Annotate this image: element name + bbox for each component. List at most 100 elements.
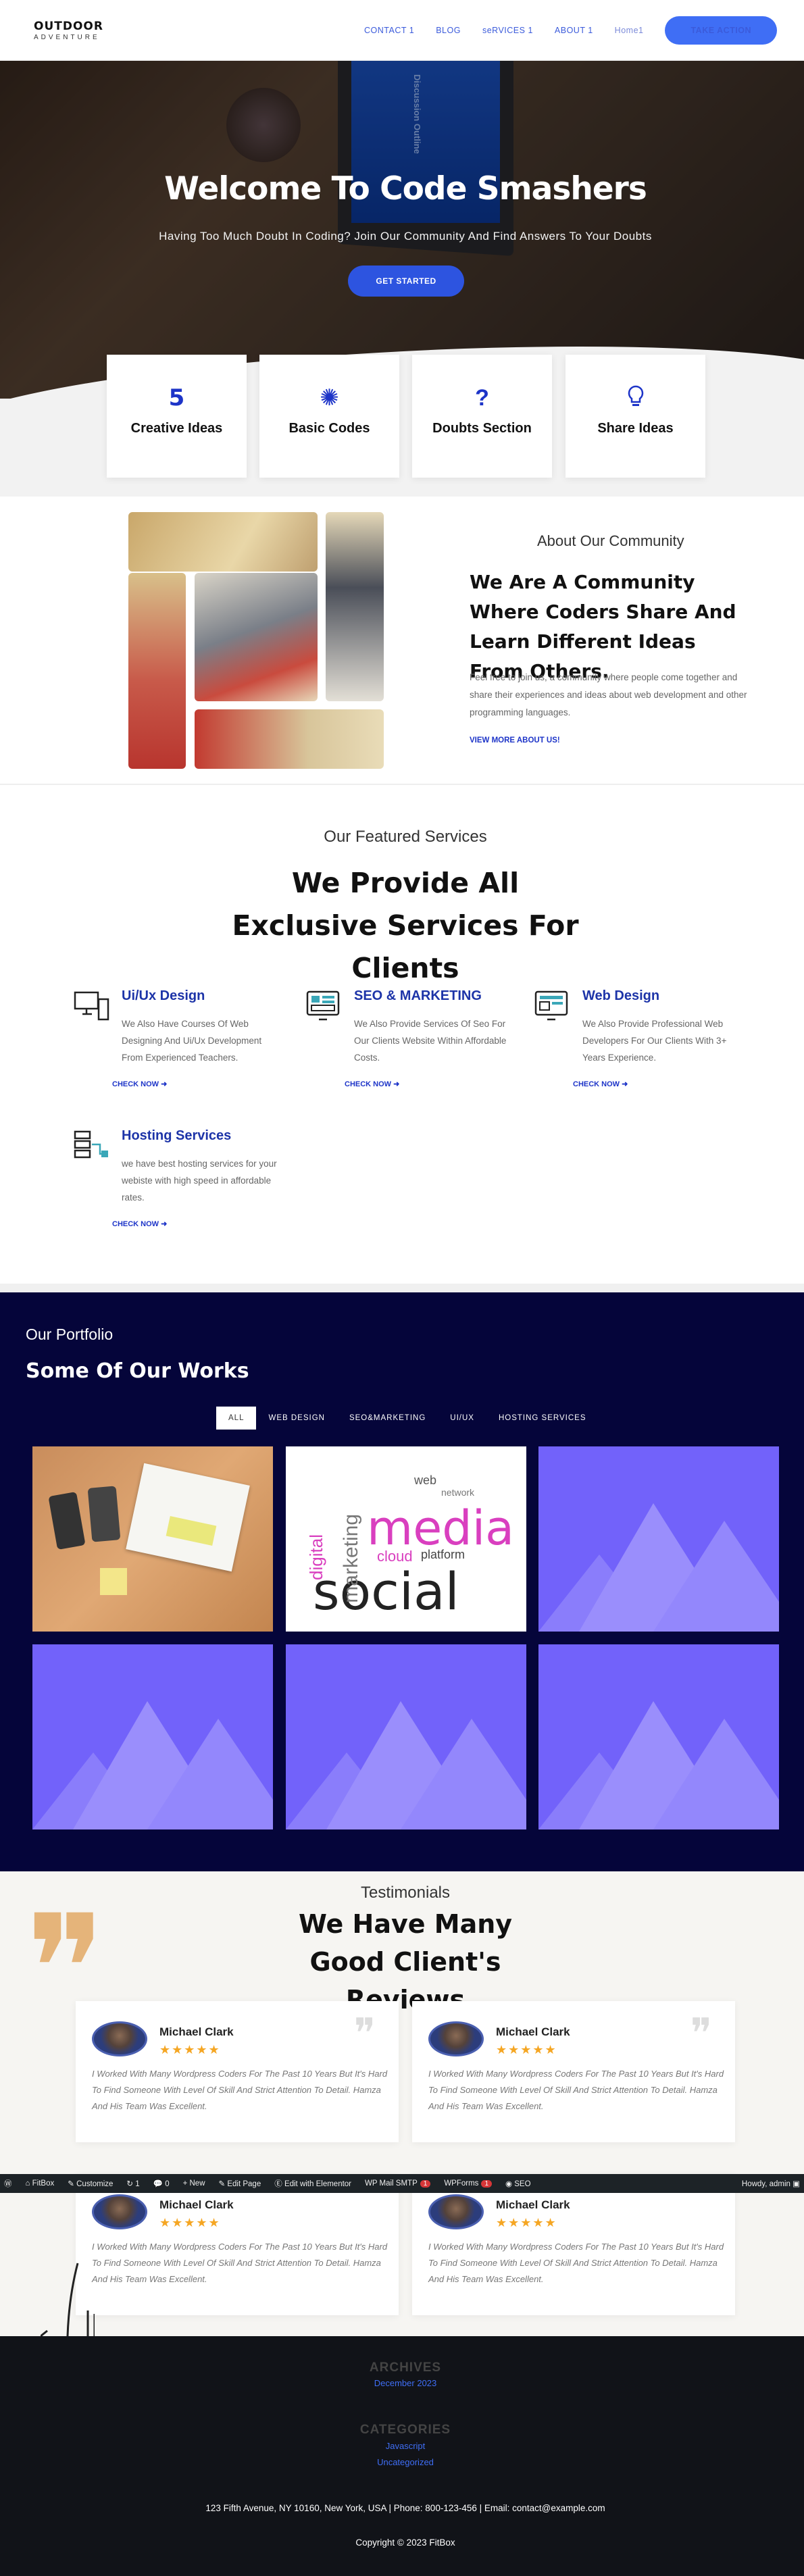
nav-services[interactable]: seRVICES 1 — [482, 26, 533, 35]
testimonial-card: Michael Clark ★★★★★ I Worked With Many W… — [412, 2174, 735, 2315]
admin-new-link[interactable]: + New — [183, 2179, 205, 2188]
site-logo[interactable]: OUTDOOR ADVENTURE — [34, 20, 103, 41]
site-name: FitBox — [32, 2179, 55, 2188]
section-divider — [0, 784, 804, 785]
link-label: CHECK NOW — [112, 1080, 159, 1088]
portfolio-item-phones[interactable] — [32, 1446, 273, 1632]
portfolio-title: Some Of Our Works — [26, 1359, 249, 1383]
check-now-link[interactable]: CHECK NOW ➜ — [112, 1219, 167, 1228]
quote-icon: ❞ — [690, 2010, 712, 2057]
main-nav: CONTACT 1 BLOG seRVICES 1 ABOUT 1 Home1 … — [364, 16, 777, 45]
nav-about[interactable]: ABOUT 1 — [555, 26, 593, 35]
admin-site-link[interactable]: ⌂ FitBox — [26, 2179, 55, 2188]
filter-tab-seo-marketing[interactable]: SEO&MARKETING — [337, 1407, 438, 1430]
avatar — [92, 2194, 147, 2229]
link-label: CHECK NOW — [345, 1080, 392, 1088]
admin-smtp-link[interactable]: WP Mail SMTP 1 — [365, 2179, 431, 2188]
feature-card-doubts[interactable]: ? Doubts Section — [412, 355, 552, 478]
filter-tab-web-design[interactable]: WEB DESIGN — [256, 1407, 336, 1430]
nav-contact[interactable]: CONTACT 1 — [364, 26, 414, 35]
about-text: Feel free to join us, a community where … — [470, 672, 747, 717]
archive-link[interactable]: December 2023 — [0, 2378, 804, 2388]
service-desc: We Also Provide Services Of Seo For Our … — [354, 1019, 507, 1063]
site-header: OUTDOOR ADVENTURE CONTACT 1 BLOG seRVICE… — [0, 0, 804, 61]
reviewer-name: Michael Clark — [159, 2198, 234, 2211]
feature-card-creative[interactable]: 5 Creative Ideas — [107, 355, 247, 478]
service-web-design: Web Design We Also Provide Professional … — [534, 988, 736, 1096]
category-link-javascript[interactable]: Javascript — [0, 2441, 804, 2451]
word-cloud-social: social — [313, 1561, 459, 1621]
logo-subtitle: ADVENTURE — [34, 33, 100, 41]
wpforms-label: WPForms — [444, 2179, 479, 2188]
service-seo: SEO & MARKETING We Also Provide Services… — [305, 988, 508, 1096]
admin-howdy[interactable]: Howdy, admin ▣ — [742, 2179, 800, 2188]
service-desc: we have best hosting services for your w… — [122, 1159, 277, 1203]
word-cloud-marketing: marketing — [340, 1514, 362, 1603]
word-cloud-network: network — [441, 1487, 475, 1498]
portfolio-item-social-media[interactable]: media social marketing digital cloud pla… — [286, 1446, 526, 1632]
wpforms-badge: 1 — [481, 2180, 492, 2188]
feature-card-share-ideas[interactable]: Share Ideas — [566, 355, 705, 478]
image-placeholder-icon — [286, 1701, 526, 1829]
portfolio-item-placeholder[interactable] — [538, 1446, 779, 1632]
service-title: Hosting Services — [122, 1128, 232, 1143]
service-title: SEO & MARKETING — [354, 988, 482, 1003]
service-title: Web Design — [582, 988, 660, 1003]
categories-heading: CATEGORIES — [359, 2423, 451, 2437]
admin-wpforms-link[interactable]: WPForms 1 — [444, 2179, 492, 2188]
feature-label: Share Ideas — [597, 421, 674, 436]
nav-home[interactable]: Home1 — [615, 26, 644, 35]
lightbulb-icon — [626, 384, 646, 411]
get-started-button[interactable]: GET STARTED — [348, 266, 464, 297]
services-title-text: We Provide All Exclusive Services For Cl… — [232, 867, 579, 984]
check-now-link[interactable]: CHECK NOW ➜ — [345, 1080, 399, 1088]
portfolio-small-title: Our Portfolio — [26, 1325, 114, 1343]
admin-comments-link[interactable]: 💬 0 — [153, 2179, 170, 2188]
testimonial-card: Michael Clark ★★★★★ ❞ I Worked With Many… — [412, 2001, 735, 2142]
smtp-badge: 1 — [420, 2180, 431, 2188]
view-more-about-link[interactable]: VIEW MORE ABOUT US! — [470, 736, 560, 744]
feature-card-basic-codes[interactable]: ✺ Basic Codes — [259, 355, 399, 478]
category-link-uncategorized[interactable]: Uncategorized — [0, 2457, 804, 2467]
portfolio-filter-tabs: ALL WEB DESIGN SEO&MARKETING UI/UX HOSTI… — [216, 1407, 599, 1430]
arrow-right-icon: ➜ — [161, 1220, 168, 1228]
portfolio-item-placeholder[interactable] — [538, 1644, 779, 1829]
check-now-link[interactable]: CHECK NOW ➜ — [112, 1080, 167, 1088]
elementor-label: Edit with Elementor — [284, 2180, 352, 2188]
arrow-right-icon: ➜ — [161, 1080, 168, 1088]
reviewer-name: Michael Clark — [159, 2025, 234, 2038]
archives-heading: ARCHIVES — [369, 2360, 442, 2375]
comments-count: 0 — [165, 2180, 170, 2188]
link-label: CHECK NOW — [573, 1080, 620, 1088]
smtp-label: WP Mail SMTP — [365, 2179, 418, 2188]
admin-customize-link[interactable]: ✎ Customize — [68, 2179, 113, 2188]
review-text: I Worked With Many Wordpress Coders For … — [92, 2242, 388, 2284]
image-placeholder-icon — [538, 1503, 779, 1632]
desktop-icon — [73, 988, 110, 1026]
html5-icon: 5 — [168, 384, 185, 411]
footer-copyright: Copyright © 2023 FitBox — [355, 2537, 455, 2548]
review-text: I Worked With Many Wordpress Coders For … — [428, 2242, 724, 2284]
star-rating-icon: ★★★★★ — [159, 2043, 221, 2056]
filter-tab-all[interactable]: ALL — [216, 1407, 257, 1430]
user-avatar-icon: ▣ — [793, 2180, 800, 2188]
admin-updates-link[interactable]: ↻ 1 — [126, 2179, 139, 2188]
service-desc: We Also Provide Professional Web Develop… — [582, 1019, 727, 1063]
portfolio-item-placeholder[interactable] — [32, 1644, 273, 1829]
about-small-title: About Our Community — [537, 532, 684, 549]
web-monitor-icon — [534, 988, 571, 1026]
filter-tab-hosting[interactable]: HOSTING SERVICES — [486, 1407, 599, 1430]
star-rating-icon: ★★★★★ — [159, 2216, 221, 2229]
nav-blog[interactable]: BLOG — [436, 26, 461, 35]
image-placeholder-icon — [538, 1701, 779, 1829]
wordpress-icon[interactable]: Ⓦ — [4, 2178, 12, 2189]
avatar — [428, 2194, 484, 2229]
admin-edit-page-link[interactable]: ✎ Edit Page — [219, 2179, 261, 2188]
portfolio-item-placeholder[interactable] — [286, 1644, 526, 1829]
admin-elementor-link[interactable]: Ⓔ Edit with Elementor — [274, 2178, 351, 2189]
admin-seo-link[interactable]: ◉ SEO — [505, 2179, 531, 2188]
review-text: I Worked With Many Wordpress Coders For … — [428, 2069, 724, 2111]
check-now-link[interactable]: CHECK NOW ➜ — [573, 1080, 628, 1088]
take-action-button[interactable]: TAKE ACTION — [665, 16, 777, 45]
filter-tab-uiux[interactable]: UI/UX — [438, 1407, 486, 1430]
